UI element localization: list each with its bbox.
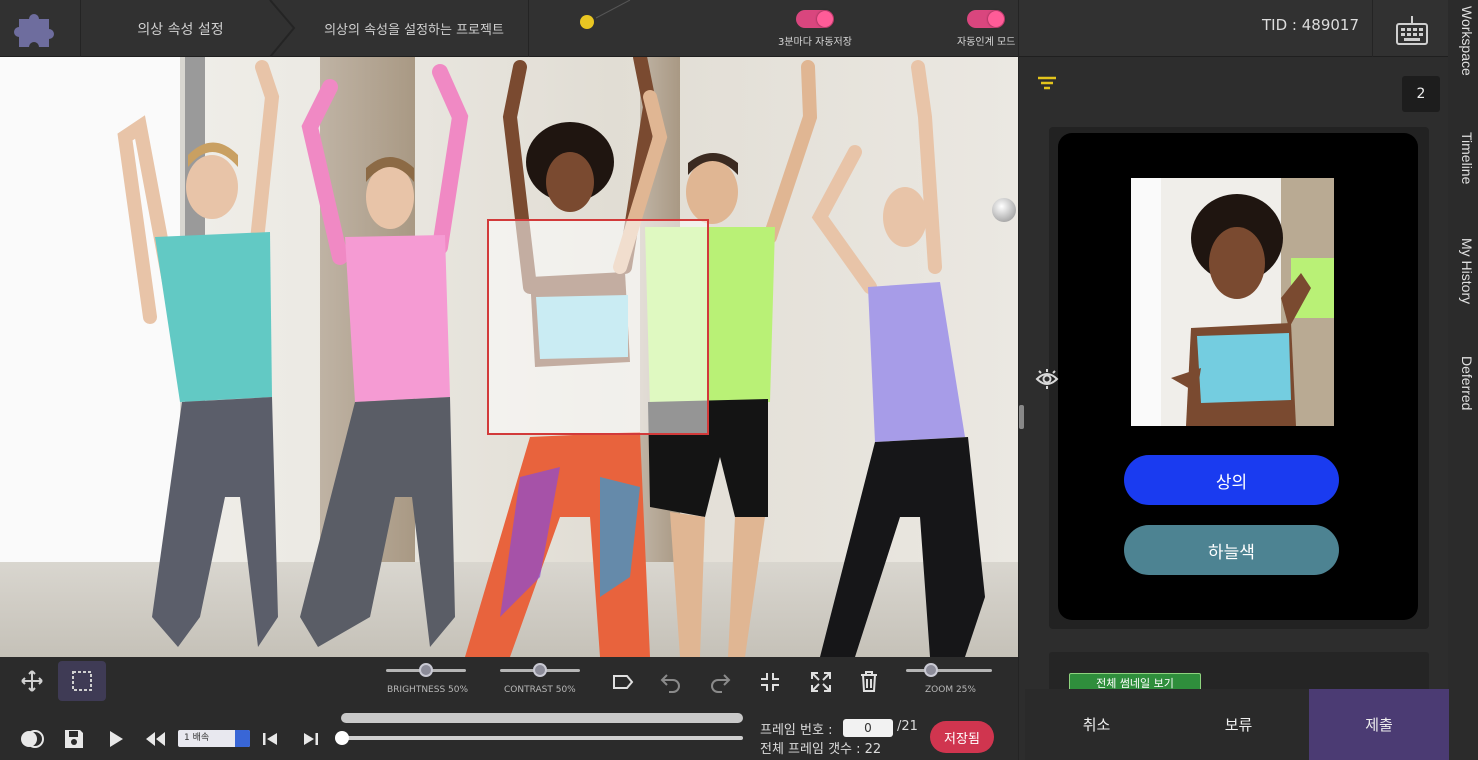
redo-icon[interactable] [706, 668, 734, 696]
labeling-app: 의상 속성 설정 의상의 속성을 설정하는 프로젝트 3분마다 자동저장 자동인… [0, 0, 1478, 760]
breadcrumb-separator-icon [269, 0, 296, 57]
tab-deferred[interactable]: Deferred [1451, 356, 1475, 410]
status-line [596, 0, 631, 19]
panel-resize-handle[interactable] [1019, 405, 1024, 429]
collapse-icon[interactable] [756, 668, 784, 696]
brightness-label: BRIGHTNESS 50% [387, 685, 469, 695]
skip-forward-icon[interactable] [297, 725, 325, 753]
rewind-icon[interactable] [142, 725, 170, 753]
total-frames-label: 전체 프레임 갯수 : 22 [760, 742, 882, 757]
autohandover-toggle-group: 자동인계 모드 [957, 10, 1015, 48]
bottom-toolbar: BRIGHTNESS 50% CONTRAST 50% ZOOM 25% 1 배… [0, 657, 1018, 760]
divider [528, 0, 529, 57]
bounding-box[interactable] [487, 219, 709, 435]
submit-button[interactable]: 제출 [1309, 689, 1449, 760]
attribute-top-button[interactable]: 상의 [1124, 455, 1339, 505]
skip-back-icon[interactable] [256, 725, 284, 753]
side-tabs: Workspace Timeline My History Deferred [1448, 0, 1478, 760]
attribute-color-button[interactable]: 하늘색 [1124, 525, 1339, 575]
bbox-tool-icon[interactable] [58, 661, 106, 701]
play-icon[interactable] [102, 725, 130, 753]
chevron-down-icon [235, 730, 250, 747]
tab-timeline[interactable]: Timeline [1451, 132, 1475, 184]
contrast-label: CONTRAST 50% [504, 685, 576, 695]
breadcrumb-project-name: 의상의 속성을 설정하는 프로젝트 [324, 23, 504, 38]
keyboard-shortcuts-icon[interactable] [1388, 12, 1436, 48]
visibility-eye-icon[interactable] [1035, 367, 1059, 395]
move-icon[interactable] [18, 667, 46, 695]
canvas-handle[interactable] [992, 198, 1016, 222]
contrast-slider[interactable] [500, 657, 580, 685]
top-bar: 의상 속성 설정 의상의 속성을 설정하는 프로젝트 3분마다 자동저장 자동인… [0, 0, 1478, 57]
autosave-toggle-group: 3분마다 자동저장 [778, 10, 852, 48]
task-id: TID : 489017 [1262, 16, 1359, 34]
tab-workspace[interactable]: Workspace [1451, 6, 1475, 76]
buffer-bar [341, 713, 743, 723]
frame-total: /21 [897, 719, 918, 734]
object-thumbnail [1131, 178, 1334, 426]
timeline-scrubber[interactable] [335, 731, 743, 745]
brightness-slider[interactable] [386, 657, 466, 685]
saved-button[interactable]: 저장됨 [930, 721, 994, 753]
contrast-slider-thumb [533, 663, 547, 677]
scrubber-handle [335, 731, 349, 745]
autohandover-toggle[interactable] [967, 10, 1006, 28]
status-dot [580, 15, 594, 29]
right-panel: 2 상의 하늘색 전체 썸네일 보기 취소 보류 제출 [1018, 57, 1449, 760]
image-canvas[interactable] [0, 57, 1018, 657]
cancel-button[interactable]: 취소 [1025, 689, 1168, 760]
autosave-toggle[interactable] [795, 10, 834, 28]
object-count-badge: 2 [1402, 76, 1440, 112]
record-toggle-icon[interactable] [18, 725, 46, 753]
divider [1018, 0, 1019, 57]
expand-icon[interactable] [807, 668, 835, 696]
tab-my-history[interactable]: My History [1451, 238, 1475, 304]
zoom-slider[interactable] [906, 657, 992, 685]
breadcrumb-project-type: 의상 속성 설정 [80, 0, 280, 57]
autosave-toggle-label: 3분마다 자동저장 [778, 37, 852, 48]
trash-icon[interactable] [855, 667, 883, 695]
frame-number-input[interactable]: 0 [843, 719, 893, 737]
frame-number-label: 프레임 번호 : [760, 723, 833, 738]
zoom-slider-thumb [924, 663, 938, 677]
zoom-label: ZOOM 25% [925, 685, 976, 695]
playback-speed-value: 1 배속 [184, 733, 210, 743]
brightness-slider-thumb [419, 663, 433, 677]
autohandover-toggle-label: 자동인계 모드 [957, 37, 1016, 48]
divider [1372, 0, 1373, 57]
undo-icon[interactable] [657, 668, 685, 696]
puzzle-logo-icon[interactable] [8, 6, 70, 52]
playback-speed-select[interactable]: 1 배속 [178, 730, 250, 747]
hold-button[interactable]: 보류 [1168, 689, 1309, 760]
label-tag-icon[interactable] [609, 668, 637, 696]
filter-icon[interactable] [1037, 75, 1057, 95]
save-disk-icon[interactable] [60, 725, 88, 753]
